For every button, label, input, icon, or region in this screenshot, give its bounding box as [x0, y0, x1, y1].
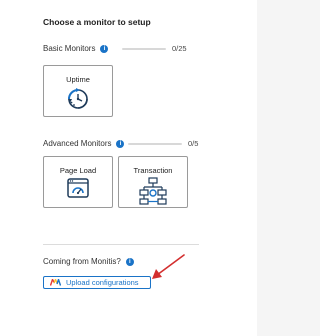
red-arrow-annotation-icon: [152, 254, 185, 279]
uptime-card-label: Uptime: [66, 75, 90, 84]
uptime-clock-icon: [68, 88, 88, 109]
info-icon[interactable]: i: [125, 257, 134, 266]
section-divider: [43, 244, 199, 245]
transaction-flow-icon: [139, 177, 167, 205]
page-load-monitor-card[interactable]: Page Load: [43, 156, 113, 208]
transaction-monitor-card[interactable]: Transaction: [118, 156, 188, 208]
migration-header: Coming from Monitis? i: [43, 257, 134, 266]
advanced-monitors-label: Advanced Monitors: [43, 139, 112, 148]
basic-monitors-progress: [122, 48, 166, 50]
advanced-monitors-count: 0/5: [188, 139, 199, 148]
basic-monitors-count: 0/25: [172, 44, 187, 53]
info-icon[interactable]: i: [116, 139, 125, 148]
page-title: Choose a monitor to setup: [43, 17, 151, 27]
monitis-logo-icon: [50, 279, 61, 286]
info-icon[interactable]: i: [100, 44, 109, 53]
basic-monitors-label: Basic Monitors: [43, 44, 96, 53]
uptime-monitor-card[interactable]: Uptime: [43, 65, 113, 117]
upload-configurations-label: Upload configurations: [66, 278, 139, 287]
page-load-card-label: Page Load: [59, 166, 97, 175]
advanced-monitors-header: Advanced Monitors i: [43, 139, 125, 148]
migration-label: Coming from Monitis?: [43, 257, 121, 266]
page-load-icon: [67, 178, 89, 198]
transaction-card-label: Transaction: [133, 166, 173, 175]
upload-configurations-button[interactable]: Upload configurations: [43, 276, 151, 289]
monitor-setup-panel: Choose a monitor to setup Basic Monitors…: [0, 0, 257, 336]
basic-monitors-header: Basic Monitors i: [43, 44, 109, 53]
advanced-monitors-progress: [128, 143, 182, 145]
